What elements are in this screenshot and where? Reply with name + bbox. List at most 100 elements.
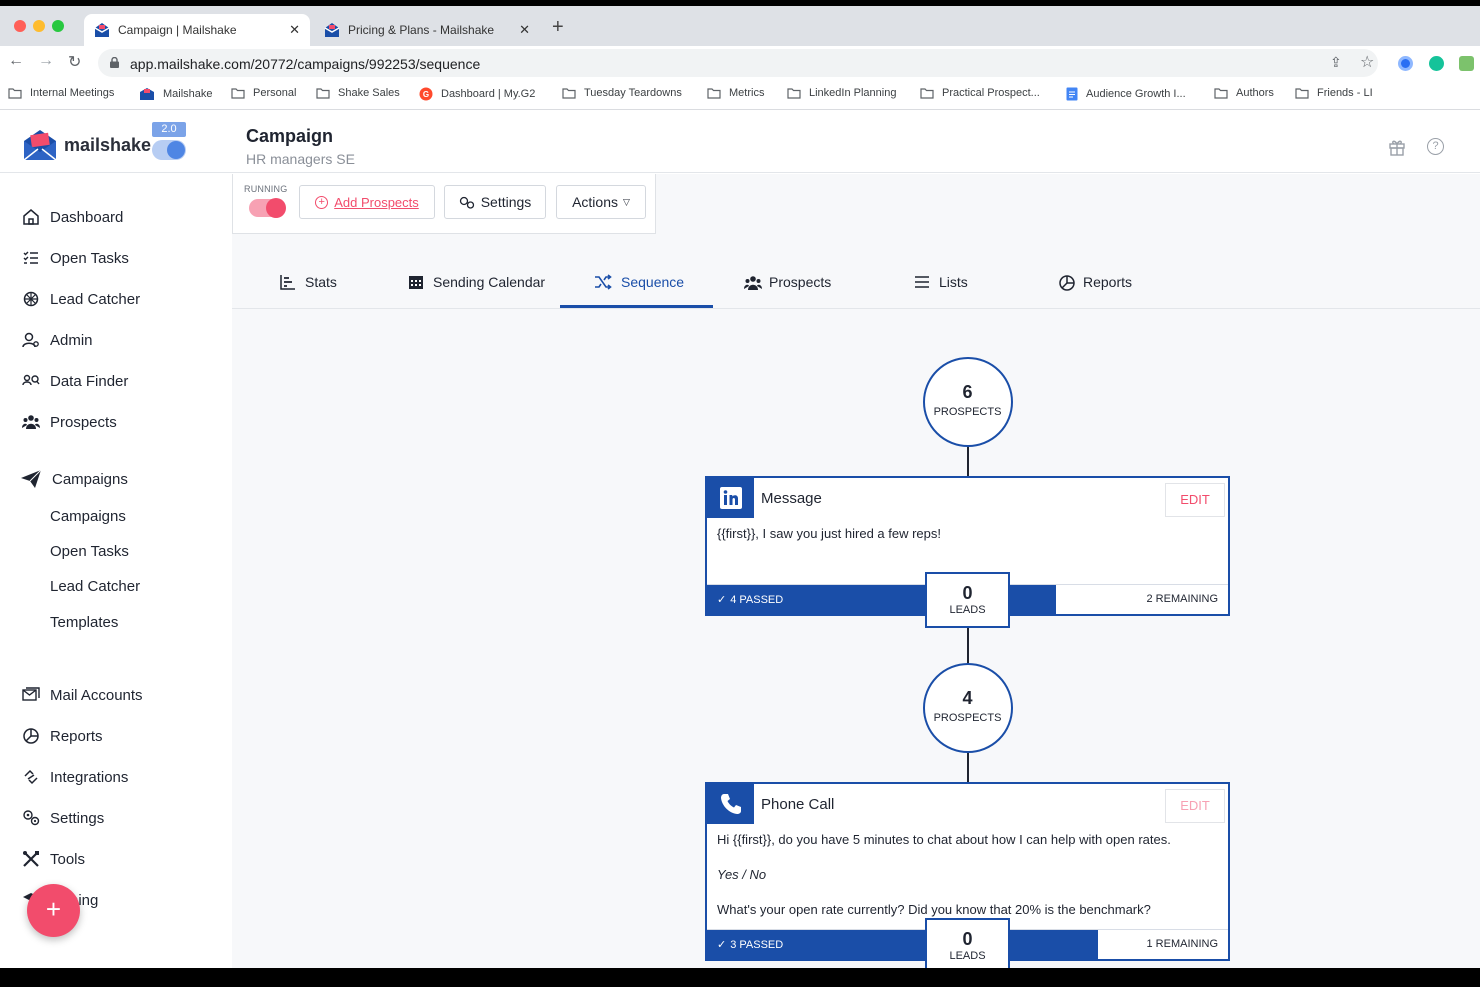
main-content: RUNNING + Add Prospects Settings Actions…	[232, 174, 1480, 968]
extension-icon[interactable]	[1459, 56, 1474, 71]
bookmark-item[interactable]: Shake Sales	[316, 87, 400, 99]
sidebar-item-integrations[interactable]: Integrations	[22, 768, 128, 786]
sidebar-item-admin[interactable]: Admin	[22, 331, 93, 349]
bookmark-item[interactable]: Practical Prospect...	[920, 87, 1040, 99]
bookmark-item[interactable]: Mailshake	[139, 87, 213, 101]
running-toggle[interactable]	[249, 198, 286, 218]
step-type: Phone Call	[761, 796, 835, 813]
actions-label: Actions	[572, 194, 618, 210]
bookmark-label: Practical Prospect...	[942, 87, 1040, 99]
minimize-window-button[interactable]	[33, 20, 45, 32]
version-toggle[interactable]	[152, 140, 186, 160]
bookmark-label: Personal	[253, 87, 297, 99]
people-icon	[22, 413, 40, 431]
passed-label: 3 PASSED	[730, 939, 784, 951]
sidebar-item-campaigns[interactable]: Campaigns	[20, 469, 128, 489]
edit-step-button[interactable]: EDIT	[1165, 789, 1225, 823]
sidebar-subitem[interactable]: Lead Catcher	[50, 578, 140, 595]
folder-icon	[231, 87, 245, 99]
lead-catcher-icon	[22, 290, 40, 308]
tab-stats[interactable]: Stats	[280, 274, 337, 290]
lock-icon	[110, 57, 119, 68]
grammarly-icon[interactable]	[1429, 56, 1444, 71]
sidebar-item-data-finder[interactable]: Data Finder	[22, 372, 128, 390]
step-body-text: Yes / No	[717, 867, 767, 882]
leads-count-node: 0 LEADS	[925, 918, 1010, 968]
check-icon: ✓	[717, 939, 727, 951]
edit-step-button[interactable]: EDIT	[1165, 483, 1225, 517]
browser-tab-campaign[interactable]: Campaign | Mailshake ✕	[84, 14, 310, 46]
bookmark-label: Shake Sales	[338, 87, 400, 99]
bookmark-item[interactable]: Tuesday Teardowns	[562, 87, 682, 99]
gears-icon	[459, 196, 474, 209]
add-prospects-button[interactable]: + Add Prospects	[299, 185, 435, 219]
settings-icon	[22, 809, 40, 827]
sidebar-subitem[interactable]: Campaigns	[50, 508, 126, 525]
sidebar-item-open-tasks[interactable]: Open Tasks	[22, 249, 129, 267]
folder-icon	[787, 87, 801, 99]
browser-tab-title: Campaign | Mailshake	[118, 23, 237, 37]
bookmark-item[interactable]: Metrics	[707, 87, 764, 99]
sidebar-item-lead-catcher[interactable]: Lead Catcher	[22, 290, 140, 308]
sidebar-item-dashboard[interactable]: Dashboard	[22, 208, 123, 226]
sidebar-item-reports[interactable]: Reports	[22, 727, 103, 745]
gift-icon[interactable]	[1388, 138, 1406, 156]
create-fab-button[interactable]: +	[27, 884, 80, 937]
mailshake-favicon-icon	[94, 22, 110, 38]
bookmark-item[interactable]: G Dashboard | My.G2	[419, 87, 535, 101]
browser-address-bar: ← → ↻ app.mailshake.com/20772/campaigns/…	[0, 46, 1480, 80]
sidebar-item-label: Lead Catcher	[50, 290, 141, 308]
sidebar-subitem[interactable]: Templates	[50, 614, 118, 631]
close-tab-icon[interactable]: ✕	[519, 22, 530, 38]
bookmark-item[interactable]: Internal Meetings	[8, 87, 114, 99]
actions-dropdown[interactable]: Actions ▽	[556, 185, 646, 219]
close-tab-icon[interactable]: ✕	[289, 22, 300, 38]
campaign-toolbar: RUNNING + Add Prospects Settings Actions…	[232, 174, 656, 234]
leads-label: LEADS	[949, 950, 986, 962]
step-body-text: Hi {{first}}, do you have 5 minutes to c…	[717, 832, 1171, 847]
folder-icon	[1214, 87, 1228, 99]
back-icon[interactable]: ←	[8, 52, 24, 70]
mailshake-logo-icon[interactable]	[22, 128, 58, 162]
bookmark-item[interactable]: Authors	[1214, 87, 1274, 99]
extension-icon[interactable]	[1398, 56, 1413, 71]
bookmark-item[interactable]: Audience Growth I...	[1066, 87, 1186, 101]
sidebar-subitem[interactable]: Open Tasks	[50, 543, 129, 560]
settings-button[interactable]: Settings	[444, 185, 546, 219]
campaign-name: HR managers SE	[246, 151, 355, 167]
campaigns-icon	[20, 469, 42, 489]
close-window-button[interactable]	[14, 20, 26, 32]
tab-lists[interactable]: Lists	[914, 274, 968, 290]
linkedin-icon	[707, 478, 754, 518]
tab-reports[interactable]: Reports	[1058, 274, 1133, 291]
calendar-icon	[408, 274, 424, 290]
bookmark-label: Metrics	[729, 87, 765, 99]
new-tab-icon[interactable]: +	[552, 16, 564, 39]
sidebar-item-mail-accounts[interactable]: Mail Accounts	[22, 686, 143, 704]
reload-icon[interactable]: ↻	[68, 52, 81, 72]
forward-icon[interactable]: →	[38, 52, 54, 70]
bookmark-star-icon[interactable]: ☆	[1360, 52, 1374, 72]
active-tab-indicator	[560, 305, 713, 308]
bookmark-item[interactable]: Friends - LI	[1295, 87, 1373, 99]
bookmark-item[interactable]: LinkedIn Planning	[787, 87, 896, 99]
tab-prospects[interactable]: Prospects	[744, 274, 831, 290]
bookmark-item[interactable]: Personal	[231, 87, 296, 99]
sidebar-item-tools[interactable]: Tools	[22, 850, 85, 868]
doc-icon	[1066, 87, 1078, 101]
tab-sequence[interactable]: Sequence	[594, 274, 684, 290]
help-icon[interactable]: ?	[1427, 138, 1444, 155]
logo-text: mailshake	[64, 135, 152, 155]
share-icon[interactable]: ⇪	[1330, 54, 1342, 71]
tab-label: Reports	[1083, 274, 1133, 290]
url-text[interactable]: app.mailshake.com/20772/campaigns/992253…	[130, 56, 480, 72]
tab-sending-calendar[interactable]: Sending Calendar	[408, 274, 545, 290]
sidebar: Dashboard Open Tasks Lead Catcher Admin Data…	[0, 174, 232, 968]
browser-tab-bar: Campaign | Mailshake ✕ Pricing & Plans -…	[0, 6, 1480, 46]
sidebar-item-settings[interactable]: Settings	[22, 809, 104, 827]
sidebar-item-prospects[interactable]: Prospects	[22, 413, 117, 431]
maximize-window-button[interactable]	[52, 20, 64, 32]
browser-tab-pricing[interactable]: Pricing & Plans - Mailshake ✕	[314, 14, 540, 46]
tab-label: Lists	[939, 274, 968, 290]
tab-label: Sending Calendar	[433, 274, 546, 290]
